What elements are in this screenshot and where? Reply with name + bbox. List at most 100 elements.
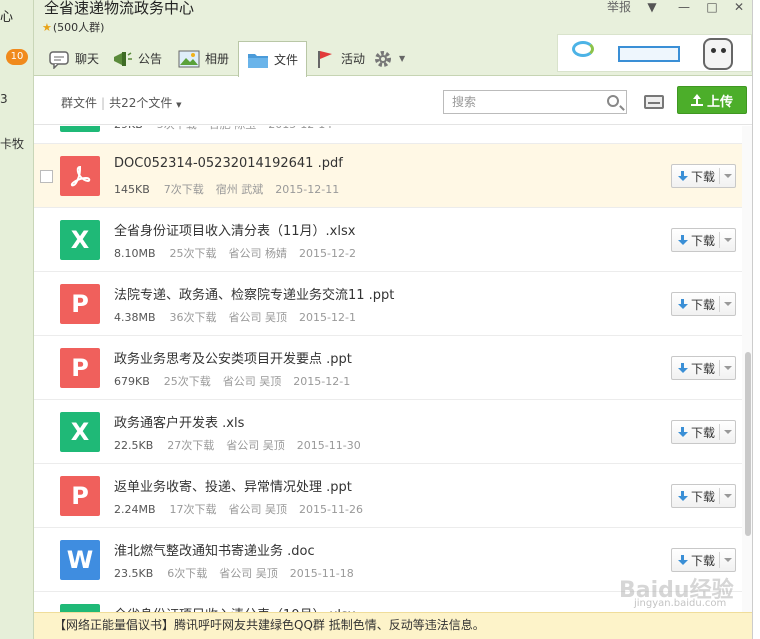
title-bar: 全省速递物流政务中心 ★(500人群) 举报 ▼ — □ ✕: [34, 0, 752, 38]
file-size: 23.5KB: [114, 567, 154, 580]
file-name[interactable]: 返单业务收寄、投递、异常情况处理 .ppt: [114, 476, 352, 495]
chevron-down-icon[interactable]: [724, 174, 733, 178]
xls-file-icon: X: [60, 412, 100, 452]
star-icon: ★: [42, 21, 52, 34]
download-icon: [678, 235, 688, 245]
chevron-down-icon[interactable]: [724, 238, 733, 242]
download-button[interactable]: 下载: [671, 228, 736, 252]
brand-logo: [572, 41, 594, 57]
file-count-dropdown[interactable]: 共22个文件 ▼: [109, 96, 182, 110]
button-divider: [719, 168, 721, 184]
download-icon: [678, 491, 688, 501]
file-row[interactable]: P 政务业务思考及公安类项目开发要点 .ppt 679KB 25次下载 省公司 吴顶 20…: [34, 336, 742, 400]
file-meta: 8.10MB 25次下载 省公司 杨婧 2015-12-2: [114, 245, 356, 261]
download-label: 下载: [691, 233, 716, 248]
download-button[interactable]: 下载: [671, 420, 736, 444]
tab-activity[interactable]: 活动: [306, 41, 373, 76]
search-input[interactable]: [444, 91, 594, 113]
file-meta: 23.5KB 6次下载 省公司 吴顶 2015-11-18: [114, 565, 354, 581]
download-label: 下载: [691, 297, 716, 312]
minimize-icon[interactable]: —: [677, 0, 691, 14]
xls-file-icon: X: [60, 126, 100, 132]
download-label: 下载: [691, 361, 716, 376]
folder-icon: [247, 50, 269, 70]
ppt-file-icon: P: [60, 284, 100, 324]
left-sidebar-item-2[interactable]: 3: [0, 92, 8, 106]
file-meta: 4.38MB 36次下载 省公司 吴顶 2015-12-1: [114, 309, 356, 325]
dropdown-icon[interactable]: ▼: [645, 0, 659, 14]
download-label: 下载: [691, 489, 716, 504]
file-manager-icon[interactable]: [644, 95, 664, 109]
upload-date: 2015-11-30: [296, 439, 361, 452]
file-name[interactable]: 法院专递、政务通、检察院专递业务交流11 .ppt: [114, 284, 394, 303]
chevron-down-icon[interactable]: [724, 430, 733, 434]
download-button[interactable]: 下载: [671, 292, 736, 316]
download-button[interactable]: 下载: [671, 164, 736, 188]
file-size: 8.10MB: [114, 247, 156, 260]
scrollbar-thumb[interactable]: [745, 352, 751, 536]
uploader: 省公司 吴顶: [228, 311, 288, 324]
tab-notice[interactable]: 公告: [103, 41, 170, 76]
banner-ad[interactable]: [557, 34, 752, 72]
download-button[interactable]: 下载: [671, 548, 736, 572]
download-icon: [678, 299, 688, 309]
file-name[interactable]: DOC052314-05232014192641 .pdf: [114, 156, 343, 171]
chevron-down-icon[interactable]: [724, 558, 733, 562]
unread-badge[interactable]: 10: [6, 49, 28, 65]
file-name[interactable]: 全省身份证项目收入清分表（11月）.xlsx: [114, 220, 355, 239]
xls-file-icon: X: [60, 220, 100, 260]
file-row[interactable]: X 29KB 5次下载 合肥 陈玉 2015-12-14: [34, 126, 742, 144]
download-count: 27次下载: [167, 439, 215, 452]
group-files-link[interactable]: 群文件: [61, 96, 97, 110]
chevron-down-icon[interactable]: [724, 302, 733, 306]
settings-menu[interactable]: ▼: [364, 41, 413, 76]
search-box[interactable]: [443, 90, 627, 114]
upload-date: 2015-12-2: [299, 247, 356, 260]
file-name[interactable]: 政务通客户开发表 .xls: [114, 412, 244, 431]
download-button[interactable]: 下载: [671, 356, 736, 380]
file-meta: 22.5KB 27次下载 省公司 吴顶 2015-11-30: [114, 437, 361, 453]
upload-button[interactable]: 上传: [677, 86, 747, 114]
search-icon[interactable]: [607, 95, 619, 107]
download-icon: [678, 363, 688, 373]
file-row[interactable]: P 返单业务收寄、投递、异常情况处理 .ppt 2.24MB 17次下载 省公司 吴顶 2…: [34, 464, 742, 528]
file-row[interactable]: X 政务通客户开发表 .xls 22.5KB 27次下载 省公司 吴顶 2015-11-3…: [34, 400, 742, 464]
download-icon: [678, 171, 688, 181]
maximize-icon[interactable]: □: [705, 0, 719, 14]
file-list[interactable]: X 29KB 5次下载 合肥 陈玉 2015-12-14 DOC052314-052320…: [34, 126, 742, 613]
chevron-down-icon[interactable]: [724, 366, 733, 370]
file-size: 29KB: [114, 126, 143, 131]
doc-file-icon: W: [60, 540, 100, 580]
button-divider: [719, 296, 721, 312]
upload-date: 2015-12-1: [299, 311, 356, 324]
file-name[interactable]: 政务业务思考及公安类项目开发要点 .ppt: [114, 348, 352, 367]
tab-album[interactable]: 相册: [170, 41, 237, 76]
file-name[interactable]: 淮北燃气整改通知书寄递业务 .doc: [114, 540, 315, 559]
close-icon[interactable]: ✕: [732, 0, 746, 14]
download-icon: [678, 427, 688, 437]
file-meta: 29KB 5次下载 合肥 陈玉 2015-12-14: [114, 126, 332, 132]
tab-files[interactable]: 文件: [238, 41, 308, 77]
file-meta: 2.24MB 17次下载 省公司 吴顶 2015-11-26: [114, 501, 363, 517]
file-row[interactable]: P 法院专递、政务通、检察院专递业务交流11 .ppt 4.38MB 36次下载 省公司…: [34, 272, 742, 336]
upload-date: 2015-12-1: [293, 375, 351, 388]
file-checkbox[interactable]: [40, 170, 53, 183]
uploader: 宿州 武斌: [215, 183, 264, 196]
chevron-down-icon[interactable]: [724, 494, 733, 498]
file-row[interactable]: X 全省身份证项目收入清分表（11月）.xlsx 8.10MB 25次下载 省公司 杨婧…: [34, 208, 742, 272]
file-size: 679KB: [114, 375, 150, 388]
upload-date: 2015-11-18: [289, 567, 354, 580]
file-row[interactable]: DOC052314-05232014192641 .pdf 145KB 7次下载 宿州…: [34, 144, 742, 208]
download-icon: [678, 555, 688, 565]
left-sidebar: 心 10 3 卡牧: [0, 0, 34, 639]
scrollbar[interactable]: [742, 126, 752, 613]
download-count: 6次下载: [167, 567, 208, 580]
uploader: 省公司 吴顶: [228, 503, 288, 516]
report-link[interactable]: 举报: [607, 0, 631, 15]
left-sidebar-item-3[interactable]: 卡牧: [0, 135, 24, 152]
ppt-file-icon: P: [60, 476, 100, 516]
tab-chat[interactable]: 聊天: [40, 41, 107, 76]
notice-bar[interactable]: 【网络正能量倡议书】腾讯呼吁网友共建绿色QQ群 抵制色情、反动等违法信息。: [34, 612, 752, 639]
mascot-image: [703, 38, 733, 70]
download-button[interactable]: 下载: [671, 484, 736, 508]
